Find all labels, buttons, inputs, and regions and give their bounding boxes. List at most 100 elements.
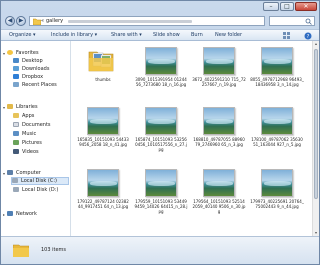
svg-text:?: ?: [307, 34, 310, 40]
image-thumbnail: [261, 169, 293, 197]
nav-local-disk-d[interactable]: Local Disk (D:): [13, 186, 58, 194]
organize-menu[interactable]: Organize ▾: [9, 30, 36, 41]
search-icon: [305, 18, 312, 25]
explorer-window: – □ ✕ ◀ ▶ « gallery Organize ▾ Include i…: [0, 0, 320, 265]
nav-music-label: Music: [22, 131, 37, 137]
nav-network[interactable]: Network: [7, 210, 37, 218]
nav-music[interactable]: Music: [13, 130, 36, 138]
drive-icon: [12, 178, 18, 183]
nav-desktop[interactable]: Desktop: [13, 57, 43, 65]
file-name: 179122_49787124 0238244_9917451 64_n_13.…: [77, 199, 129, 209]
nav-local-disk-c[interactable]: Local Disk (C:): [11, 177, 69, 185]
back-button[interactable]: ◀: [5, 16, 15, 26]
nav-documents-label: Documents: [22, 122, 51, 128]
nav-computer-label: Computer: [16, 170, 41, 176]
image-thumbnail: [145, 169, 177, 197]
drive-icon: [13, 187, 19, 192]
file-name: 179559_10151093 534499459_14026 64415_n_…: [134, 199, 188, 214]
file-list: thumbs 3090_1015391954 0124456_7273680 1…: [72, 41, 312, 236]
nav-videos[interactable]: Videos: [13, 148, 39, 156]
maximize-button[interactable]: □: [280, 2, 294, 11]
nav-local-disk-c-label: Local Disk (C:): [21, 178, 57, 184]
image-file-item[interactable]: 178100_49787062 3563051_163044 927_n_5.j…: [250, 105, 304, 155]
file-name: 178100_49787062 3563051_163044 927_n_5.j…: [251, 137, 303, 147]
nav-recent-places[interactable]: Recent Places: [13, 81, 57, 89]
image-file-item[interactable]: 165835_10151093 544339456_2058 18_n_41.j…: [76, 105, 130, 155]
image-thumbnail: [203, 169, 235, 197]
star-icon: [7, 50, 13, 55]
content-area: ▾ Favorites Desktop Downloads Dropbox Re…: [1, 41, 319, 236]
image-file-item[interactable]: 179564_10151093 525142059_40140 9506_n_3…: [192, 167, 246, 217]
share-with-menu[interactable]: Share with ▾: [111, 30, 142, 41]
minimize-button[interactable]: –: [263, 2, 279, 11]
expand-libraries-icon[interactable]: ▾: [3, 105, 5, 110]
image-thumbnail: [203, 107, 235, 135]
image-file-item[interactable]: 8055_4978712968 96493_18436958 3_n_14.jp…: [250, 45, 304, 95]
image-file-item[interactable]: 165874_10151093 532560456_1010517556_n_2…: [134, 105, 188, 155]
nav-dropbox-label: Dropbox: [22, 74, 44, 80]
include-in-library-menu[interactable]: Include in library ▾: [51, 30, 97, 41]
nav-apps[interactable]: Apps: [13, 112, 34, 120]
image-thumbnail: [145, 47, 177, 75]
desktop-icon: [13, 58, 19, 63]
pictures-icon: [13, 140, 19, 145]
image-file-item[interactable]: 179973_40225691 20764_75002443 9_n_44.jp…: [250, 167, 304, 217]
close-button[interactable]: ✕: [295, 2, 317, 11]
image-file-item[interactable]: 3672_4022591210 715_72257667_n_19.jpg: [192, 45, 246, 95]
scrollbar-thumb[interactable]: [314, 49, 318, 199]
scroll-up-icon[interactable]: ▴: [313, 41, 319, 47]
nav-libraries[interactable]: Libraries: [7, 103, 38, 111]
image-thumbnail: [87, 107, 119, 135]
image-thumbnail: [261, 47, 293, 75]
new-folder-button[interactable]: New folder: [215, 30, 242, 41]
apps-icon: [13, 113, 19, 118]
slide-show-button[interactable]: Slide show: [153, 30, 180, 41]
nav-computer[interactable]: Computer: [7, 169, 41, 177]
file-name: thumbs: [95, 77, 111, 82]
expand-favorites-icon[interactable]: ▾: [3, 51, 5, 56]
recent-places-icon: [13, 82, 19, 87]
nav-apps-label: Apps: [22, 113, 35, 119]
file-name: 165874_10151093 532560456_1010517556_n_2…: [135, 137, 187, 152]
details-pane: 103 items: [1, 236, 319, 264]
videos-icon: [13, 149, 19, 154]
nav-videos-label: Videos: [22, 149, 39, 155]
image-file-item[interactable]: 3090_1015391954 0124456_7273680 18_n_16.…: [134, 45, 188, 95]
file-name: 3090_1015391954 0124456_7273680 18_n_16.…: [135, 77, 187, 87]
nav-favorites-label: Favorites: [16, 50, 39, 56]
title-bar: – □ ✕: [1, 1, 319, 13]
address-row: ◀ ▶ « gallery: [1, 13, 319, 29]
libraries-icon: [7, 104, 13, 109]
nav-favorites[interactable]: Favorites: [7, 49, 39, 57]
navigation-pane: ▾ Favorites Desktop Downloads Dropbox Re…: [1, 41, 71, 236]
nav-documents[interactable]: Documents: [13, 121, 51, 129]
image-file-item[interactable]: 179122_49787124 0238244_9917451 64_n_13.…: [76, 167, 130, 217]
image-thumbnail: [87, 169, 119, 197]
forward-button[interactable]: ▶: [16, 16, 26, 26]
item-count: 103 items: [41, 247, 67, 253]
file-name: 179973_40225691 20764_75002443 9_n_44.jp…: [250, 199, 304, 209]
vertical-scrollbar[interactable]: ▴ ▾: [312, 41, 319, 236]
burn-button[interactable]: Burn: [191, 30, 203, 41]
redacted-path: [68, 20, 192, 23]
help-icon[interactable]: ?: [304, 32, 312, 40]
folder-item[interactable]: thumbs: [76, 45, 130, 95]
file-name: 165835_10151093 544339456_2058 18_n_41.j…: [77, 137, 129, 147]
nav-pictures-label: Pictures: [22, 140, 42, 146]
expand-network-icon[interactable]: ▸: [3, 212, 5, 217]
downloads-icon: [13, 66, 19, 71]
address-bar[interactable]: « gallery: [29, 16, 265, 26]
address-separator: «: [41, 18, 45, 24]
image-file-item[interactable]: 179559_10151093 534499459_14026 64415_n_…: [134, 167, 188, 217]
nav-downloads[interactable]: Downloads: [13, 65, 49, 73]
view-options-icon[interactable]: [283, 32, 291, 39]
expand-computer-icon[interactable]: ▾: [3, 171, 5, 176]
breadcrumb-current-folder[interactable]: gallery: [46, 18, 63, 25]
folder-icon: [13, 244, 29, 257]
search-input[interactable]: [269, 16, 315, 26]
image-file-item[interactable]: 168810_49787055 8896079_2746960 65_n_3.j…: [192, 105, 246, 155]
nav-pictures[interactable]: Pictures: [13, 139, 42, 147]
image-thumbnail: [203, 47, 235, 75]
file-name: 3672_4022591210 715_72257667_n_19.jpg: [192, 77, 246, 87]
nav-dropbox[interactable]: Dropbox: [13, 73, 43, 81]
